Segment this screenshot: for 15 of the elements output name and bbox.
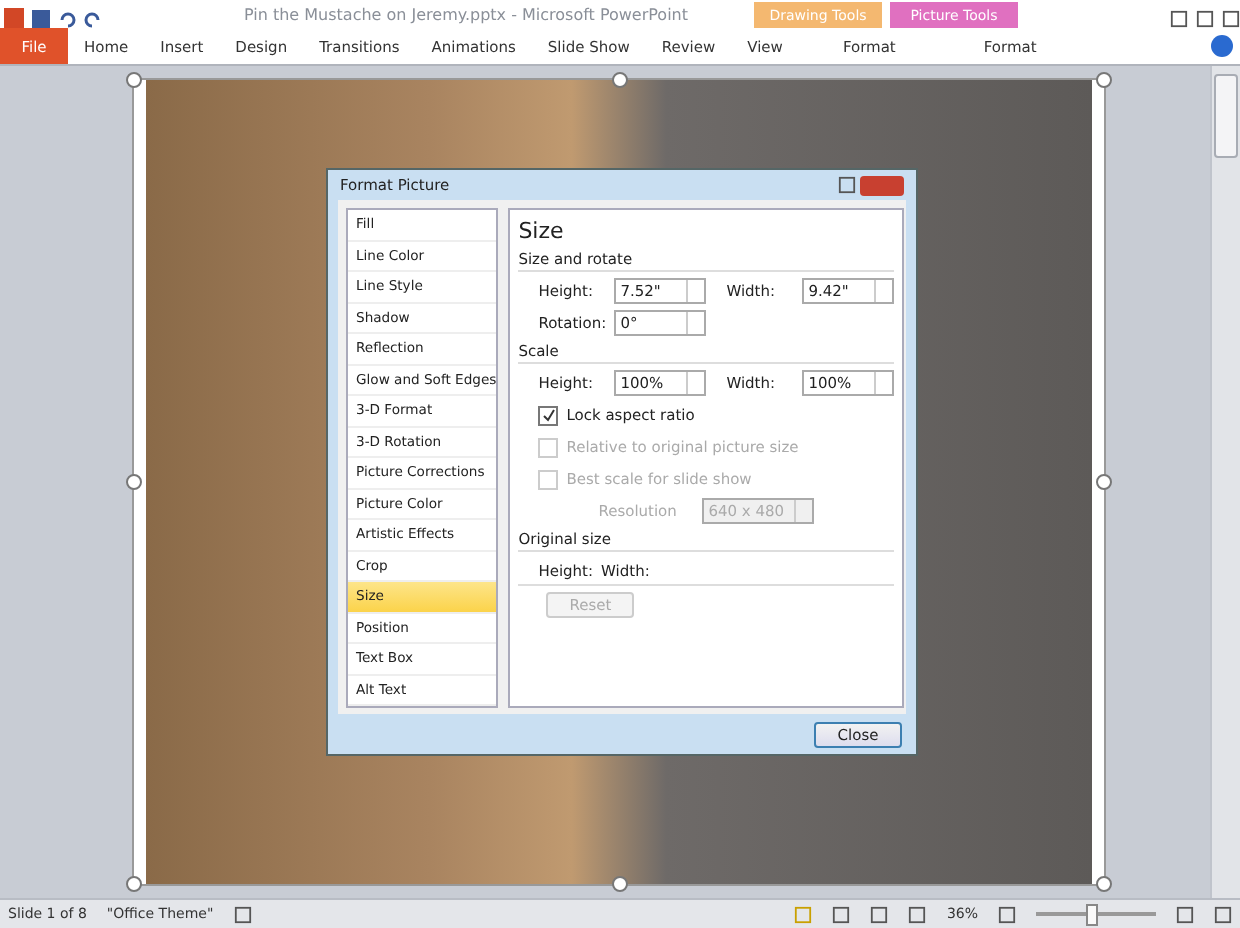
app-logo-icon [4,8,24,28]
scrollbar[interactable] [1210,66,1240,898]
undo-icon[interactable] [58,10,76,28]
selection-handle[interactable] [1096,474,1112,490]
selection-handle[interactable] [1096,72,1112,88]
selection-handle[interactable] [126,72,142,88]
window-title: Pin the Mustache on Jeremy.pptx - Microsoft PowerPoint [241,5,691,23]
redo-icon[interactable] [84,10,102,28]
checkbox[interactable] [538,405,559,425]
selection-handle[interactable] [126,474,142,490]
pane-heading: Size [518,218,566,244]
selection-handle[interactable] [1096,876,1112,892]
slider-thumb[interactable] [1085,903,1098,925]
selection-handle[interactable] [126,876,142,892]
selection-handle[interactable] [611,72,627,88]
